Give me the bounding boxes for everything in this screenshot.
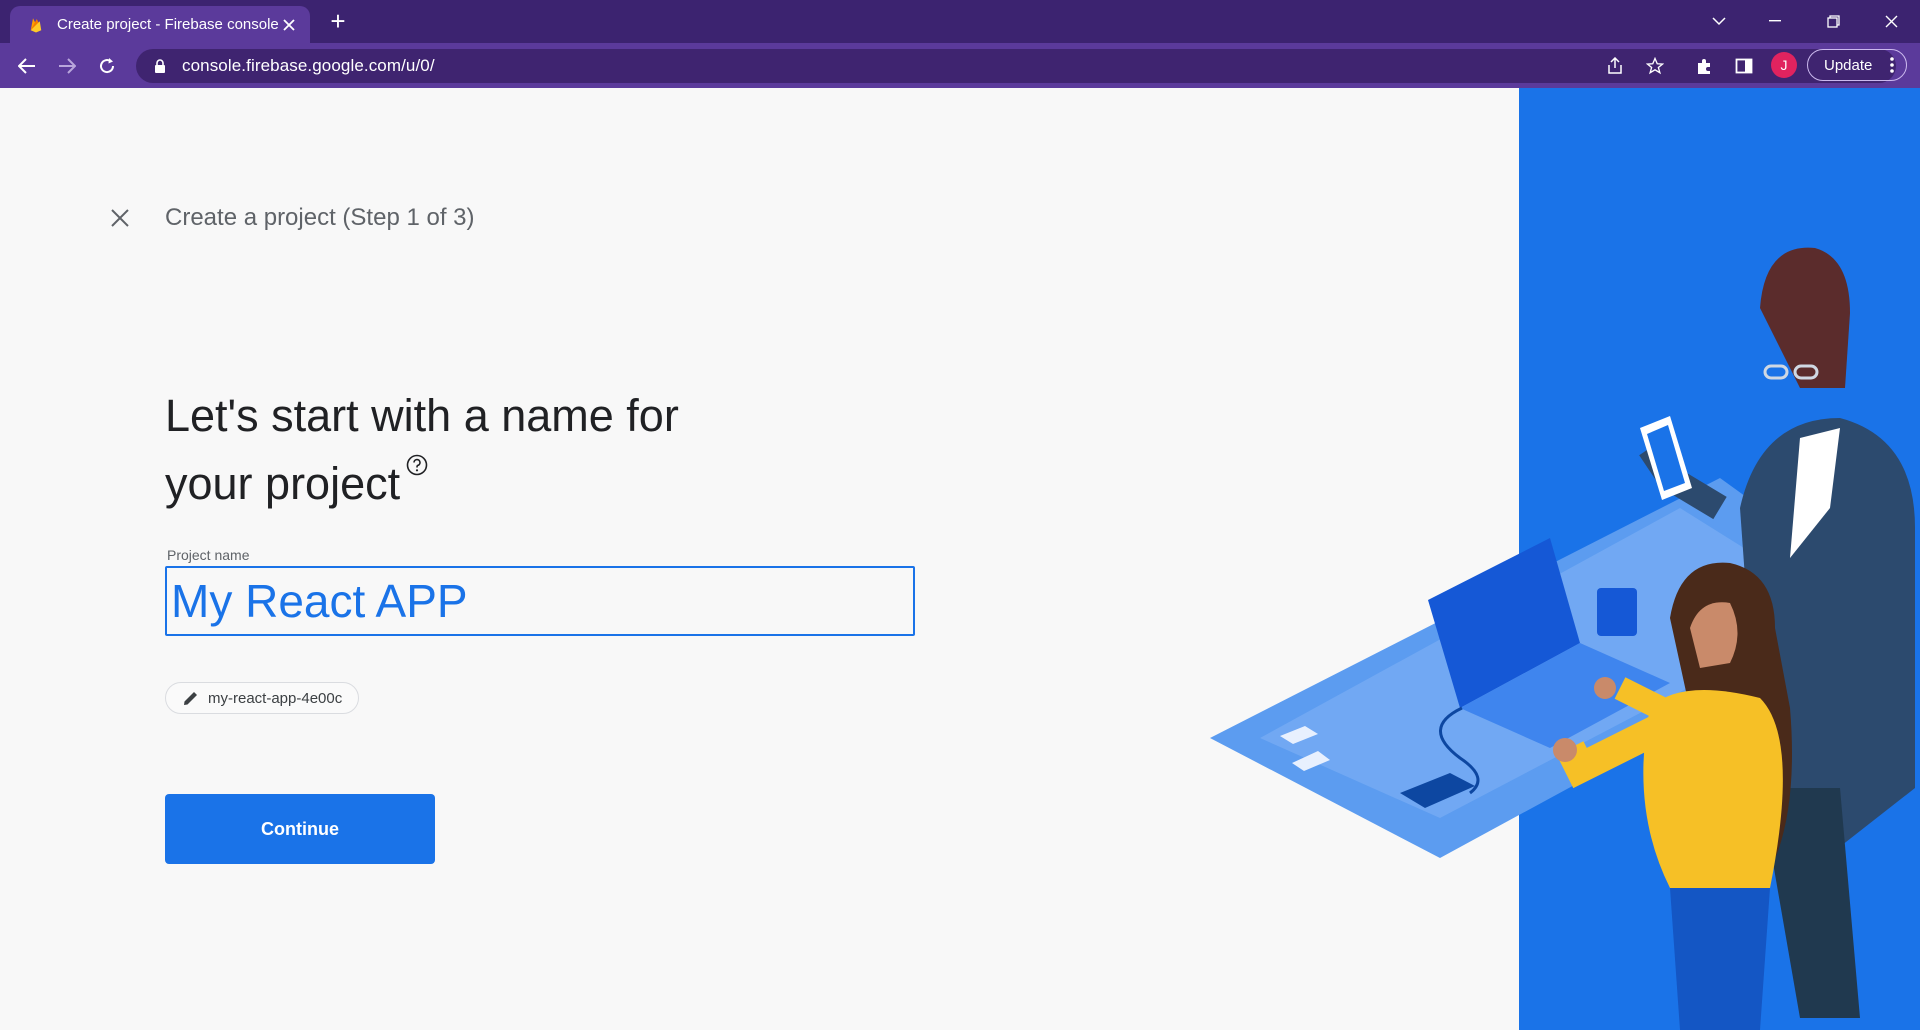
extensions-icon[interactable] bbox=[1691, 53, 1717, 79]
lock-icon bbox=[155, 59, 165, 73]
browser-tab[interactable]: Create project - Firebase console bbox=[10, 6, 310, 43]
new-tab-icon[interactable]: + bbox=[324, 8, 352, 36]
tab-title: Create project - Firebase console bbox=[57, 16, 278, 33]
url-text: console.firebase.google.com/u/0/ bbox=[182, 56, 435, 75]
update-button[interactable]: Update bbox=[1807, 49, 1907, 81]
continue-button[interactable]: Continue bbox=[165, 794, 435, 864]
pencil-icon bbox=[184, 692, 197, 705]
forward-icon[interactable] bbox=[52, 51, 82, 81]
help-icon[interactable] bbox=[406, 454, 428, 476]
close-window-icon[interactable] bbox=[1870, 6, 1912, 36]
side-panel-icon[interactable] bbox=[1731, 53, 1757, 79]
more-menu-icon[interactable] bbox=[1890, 56, 1894, 78]
reload-icon[interactable] bbox=[92, 51, 122, 81]
address-bar[interactable]: console.firebase.google.com/u/0/ bbox=[136, 49, 1896, 83]
browser-toolbar: console.firebase.google.com/u/0/ J Updat… bbox=[0, 43, 1920, 88]
restore-icon[interactable] bbox=[1812, 6, 1854, 36]
hero-illustration bbox=[1210, 88, 1920, 1030]
project-name-input[interactable] bbox=[165, 566, 915, 636]
project-id-text: my-react-app-4e00c bbox=[208, 689, 343, 707]
browser-tabstrip: Create project - Firebase console + bbox=[0, 0, 1920, 43]
page-headline: Let's start with a name for your project bbox=[165, 382, 865, 518]
tab-close-icon[interactable] bbox=[278, 14, 300, 36]
step-title: Create a project (Step 1 of 3) bbox=[165, 204, 475, 231]
project-name-label: Project name bbox=[167, 547, 250, 563]
profile-avatar[interactable]: J bbox=[1771, 52, 1797, 78]
back-icon[interactable] bbox=[12, 51, 42, 81]
headline-line-2-text: your project bbox=[165, 458, 401, 509]
close-icon[interactable] bbox=[105, 203, 135, 233]
tab-search-icon[interactable] bbox=[1698, 6, 1740, 36]
update-label: Update bbox=[1824, 56, 1873, 74]
headline-line-1: Let's start with a name for bbox=[165, 390, 679, 441]
page-content: Create a project (Step 1 of 3) Let's sta… bbox=[0, 88, 1920, 1030]
minimize-icon[interactable] bbox=[1754, 6, 1796, 36]
project-id-chip[interactable]: my-react-app-4e00c bbox=[165, 682, 360, 714]
bookmark-star-icon[interactable] bbox=[1642, 53, 1668, 79]
headline-line-2: your project bbox=[165, 450, 865, 518]
share-icon[interactable] bbox=[1602, 53, 1628, 79]
firebase-icon bbox=[30, 17, 42, 32]
